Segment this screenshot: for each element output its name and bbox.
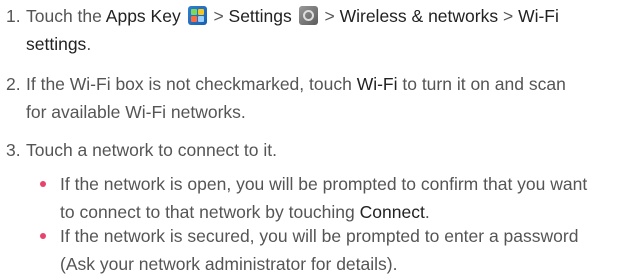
- instruction-document: 1. Touch the Apps Key > Settings > Wirele…: [0, 0, 634, 274]
- wifi-settings-label-2: settings: [26, 34, 87, 54]
- step-text: to turn it on and scan: [397, 74, 566, 94]
- bullet-item-secured-network: If the network is secured, you will be p…: [40, 222, 630, 278]
- bullet-text-line-2: (Ask your network administrator for deta…: [60, 254, 398, 274]
- bullet-text-line-1: If the network is secured, you will be p…: [60, 226, 579, 246]
- apps-key-label: Apps Key: [105, 6, 181, 26]
- bullet-item-open-network: If the network is open, you will be prom…: [40, 170, 630, 226]
- separator: >: [498, 6, 519, 26]
- step-text: Touch the: [26, 6, 106, 26]
- apps-key-icon: [187, 6, 207, 25]
- step-number: 3.: [6, 140, 21, 160]
- step-number: 1.: [6, 6, 21, 26]
- step-text: If the Wi-Fi box is not checkmarked, tou…: [26, 74, 357, 94]
- connect-label: Connect: [359, 202, 425, 222]
- separator: >: [208, 6, 229, 26]
- wifi-settings-label-1: Wi-Fi: [518, 6, 559, 26]
- separator: >: [319, 6, 340, 26]
- period: .: [424, 202, 430, 222]
- period: .: [86, 34, 92, 54]
- step-1: 1. Touch the Apps Key > Settings > Wirele…: [6, 2, 626, 58]
- bullet-text-line-1: If the network is open, you will be prom…: [60, 174, 588, 194]
- bullet-dot: [40, 233, 46, 239]
- bullet-dot: [40, 181, 46, 187]
- bullet-text-line-2: to connect to that network by touching: [60, 202, 360, 222]
- step-text: Touch a network to connect to it.: [26, 140, 277, 160]
- step-3: 3. Touch a network to connect to it.: [6, 136, 626, 164]
- step-text-continued: for available Wi-Fi networks.: [26, 102, 246, 122]
- wireless-networks-label: Wireless & networks: [339, 6, 499, 26]
- wifi-label: Wi-Fi: [356, 74, 398, 94]
- settings-label: Settings: [228, 6, 292, 26]
- settings-icon: [298, 6, 318, 25]
- step-2: 2. If the Wi-Fi box is not checkmarked, t…: [6, 70, 626, 126]
- step-number: 2.: [6, 74, 21, 94]
